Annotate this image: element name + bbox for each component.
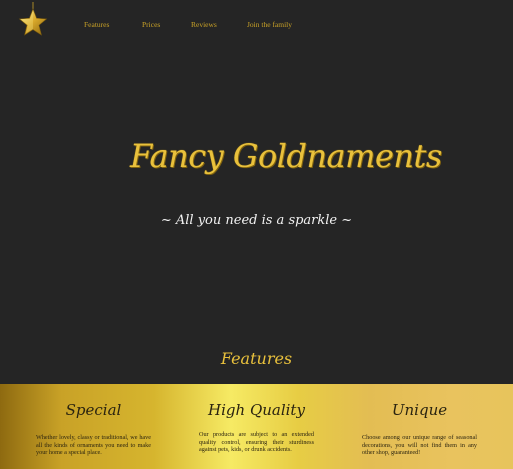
features-heading: Features <box>220 349 293 368</box>
features-band: Special Whether lovely, classy or tradit… <box>0 384 513 469</box>
hero-subtitle: ~ All you need is a sparkle ~ <box>160 213 353 228</box>
gold-star-icon[interactable] <box>17 2 49 38</box>
feature-title: Unique <box>391 401 448 419</box>
feature-high-quality: High Quality Our products are subject to… <box>199 384 314 469</box>
feature-title: Special <box>65 401 122 419</box>
feature-text: Choose among our unique range of seasona… <box>362 434 477 457</box>
feature-text: Whether lovely, classy or traditional, w… <box>36 434 151 457</box>
nav-features-link[interactable]: Features <box>84 20 109 29</box>
feature-special: Special Whether lovely, classy or tradit… <box>36 384 151 469</box>
hero-title: Fancy Goldnaments <box>130 137 442 175</box>
nav-prices-link[interactable]: Prices <box>142 20 160 29</box>
nav-reviews-link[interactable]: Reviews <box>191 20 217 29</box>
feature-text: Our products are subject to an extended … <box>199 431 314 454</box>
nav-join-link[interactable]: Join the family <box>247 20 292 29</box>
feature-unique: Unique Choose among our unique range of … <box>362 384 477 469</box>
feature-title: High Quality <box>208 401 305 419</box>
